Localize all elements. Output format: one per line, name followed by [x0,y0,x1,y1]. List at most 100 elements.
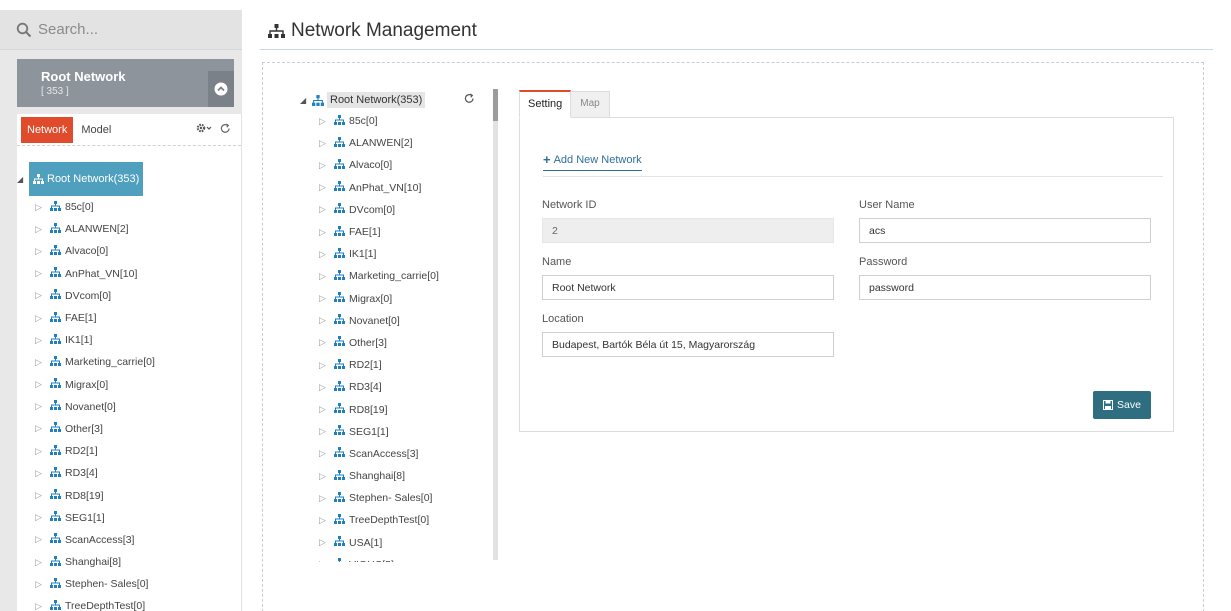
tree-node[interactable]: ▷ FAE[1] [17,307,242,329]
add-new-network-link[interactable]: + Add New Network [543,152,642,171]
tree-node[interactable]: ▷ RD8[19] [300,398,496,420]
tree-node[interactable]: ▷ IK1[1] [300,243,496,265]
tree-node[interactable]: ▷ FAE[1] [300,221,496,243]
sidebar-tree-root[interactable]: ◢ Root Network(353) [17,162,242,196]
expand-arrow-icon[interactable]: ▷ [319,116,331,127]
tab-map[interactable]: Map [571,91,610,118]
tree-node[interactable]: ▷ Marketing_carrie[0] [17,351,242,373]
expand-arrow-icon[interactable]: ▷ [319,293,331,304]
tree-scrollbar[interactable] [493,89,498,560]
expand-arrow-icon[interactable]: ▷ [319,360,331,371]
tree-node[interactable]: ▷ SEG1[1] [300,421,496,443]
tree-scrollbar-thumb[interactable] [493,89,498,121]
tree-node[interactable]: ▷ Marketing_carrie[0] [300,265,496,287]
expand-arrow-icon[interactable]: ▷ [319,227,331,238]
expand-arrow-icon[interactable]: ▷ [35,557,47,568]
tab-network[interactable]: Network [21,116,74,143]
tree-node[interactable]: ▷ ALANWEN[2] [300,132,496,154]
expand-arrow-icon[interactable]: ▷ [319,515,331,526]
tree-node[interactable]: ▷ Alvaco[0] [300,154,496,176]
expand-arrow-icon[interactable]: ▷ [319,315,331,326]
expand-arrow-icon[interactable]: ▷ [35,313,47,324]
expand-arrow-icon[interactable]: ▷ [35,423,47,434]
tree-node[interactable]: ▷ Migrax[0] [17,374,242,396]
expand-arrow-icon[interactable]: ▷ [35,579,47,590]
tree-node[interactable]: ▷ Other[3] [300,332,496,354]
expand-arrow-icon[interactable]: ▷ [35,401,47,412]
expand-arrow-icon[interactable]: ▷ [319,382,331,393]
tree-node[interactable]: ▷ RD2[1] [17,440,242,462]
tree-node[interactable]: ▷ ScanAccess[3] [17,529,242,551]
gear-icon[interactable] [196,123,212,136]
name-field[interactable]: Root Network [542,275,834,300]
expand-arrow-icon[interactable]: ▷ [35,202,47,213]
tree-node[interactable]: ▷ Shanghai[8] [17,551,242,573]
tree-node[interactable]: ▷ Stephen- Sales[0] [17,573,242,595]
save-button[interactable]: Save [1093,391,1151,419]
network-tree-root[interactable]: ◢ Root Network(353) [300,90,496,110]
expand-arrow-icon[interactable]: ▷ [319,559,331,562]
expand-arrow-icon[interactable]: ▷ [319,337,331,348]
tree-node[interactable]: ▷ USA[1] [300,532,496,554]
expand-arrow-icon[interactable]: ▷ [319,471,331,482]
expand-arrow-icon[interactable]: ▷ [35,246,47,257]
expand-arrow-icon[interactable]: ▷ [319,160,331,171]
refresh-icon[interactable] [464,93,475,107]
expand-arrow-icon[interactable]: ▷ [319,404,331,415]
collapse-button[interactable] [208,71,234,107]
expand-arrow-icon[interactable]: ▷ [319,204,331,215]
expand-arrow-icon[interactable]: ▷ [35,224,47,235]
tree-node[interactable]: ▷ RD3[4] [300,376,496,398]
expand-arrow-icon[interactable]: ▷ [35,490,47,501]
tree-node[interactable]: ▷ RD3[4] [17,462,242,484]
tree-node[interactable]: ▷ RD2[1] [300,354,496,376]
tree-node[interactable]: ▷ IK1[1] [17,329,242,351]
expand-arrow-icon[interactable]: ▷ [35,335,47,346]
expand-arrow-icon[interactable]: ▷ [35,534,47,545]
tree-node[interactable]: ▷ DVcom[0] [17,285,242,307]
root-network-card[interactable]: Root Network [ 353 ] [17,59,234,107]
tree-node[interactable]: ▷ ScanAccess[3] [300,443,496,465]
expand-arrow-icon[interactable]: ▷ [35,357,47,368]
tree-node[interactable]: ▷ 85c[0] [17,196,242,218]
tree-node[interactable]: ▷ ALANWEN[2] [17,218,242,240]
tree-node[interactable]: ▷ Shanghai[8] [300,465,496,487]
password-field[interactable]: password [859,275,1151,300]
selected-root-node[interactable]: Root Network(353) [29,162,144,196]
expand-arrow-icon[interactable]: ▷ [319,537,331,548]
tree-node[interactable]: ▷ TreeDepthTest[0] [300,509,496,531]
tree-node[interactable]: ▷ Novanet[0] [17,396,242,418]
expand-arrow-icon[interactable]: ▷ [35,601,47,611]
expand-arrow-icon[interactable]: ◢ [300,96,310,105]
expand-arrow-icon[interactable]: ▷ [35,290,47,301]
tree-node[interactable]: ▷ AnPhat_VN[10] [17,263,242,285]
tree-node[interactable]: ▷ DVcom[0] [300,199,496,221]
expand-arrow-icon[interactable]: ▷ [35,379,47,390]
expand-arrow-icon[interactable]: ▷ [319,271,331,282]
expand-arrow-icon[interactable]: ▷ [319,448,331,459]
expand-arrow-icon[interactable]: ▷ [319,249,331,260]
tree-node[interactable]: ▷ TreeDepthTest[0] [17,595,242,611]
tab-model[interactable]: Model [73,117,119,143]
tree-node[interactable]: ▷ AnPhat_VN[10] [300,177,496,199]
tree-node[interactable]: ▷ Other[3] [17,418,242,440]
tree-node[interactable]: ▷ Migrax[0] [300,288,496,310]
location-field[interactable]: Budapest, Bartók Béla út 15, Magyarorszá… [542,332,834,357]
refresh-icon[interactable] [220,123,231,137]
tree-node[interactable]: ▷ RD8[19] [17,484,242,506]
expand-arrow-icon[interactable]: ▷ [319,426,331,437]
search-box[interactable]: Search... [0,10,242,50]
tree-node[interactable]: ▷ Novanet[0] [300,310,496,332]
expand-arrow-icon[interactable]: ▷ [319,138,331,149]
expand-arrow-icon[interactable]: ◢ [17,175,27,184]
expand-arrow-icon[interactable]: ▷ [35,512,47,523]
tree-node[interactable]: ▷ SEG1[1] [17,507,242,529]
expand-arrow-icon[interactable]: ▷ [35,446,47,457]
tab-setting[interactable]: Setting [519,90,572,118]
tree-node[interactable]: ▷ Stephen- Sales[0] [300,487,496,509]
tree-node[interactable]: ▷ 85c[0] [300,110,496,132]
expand-arrow-icon[interactable]: ▷ [319,493,331,504]
expand-arrow-icon[interactable]: ▷ [35,468,47,479]
expand-arrow-icon[interactable]: ▷ [319,182,331,193]
tree-node[interactable]: ▷ Alvaco[0] [17,240,242,262]
